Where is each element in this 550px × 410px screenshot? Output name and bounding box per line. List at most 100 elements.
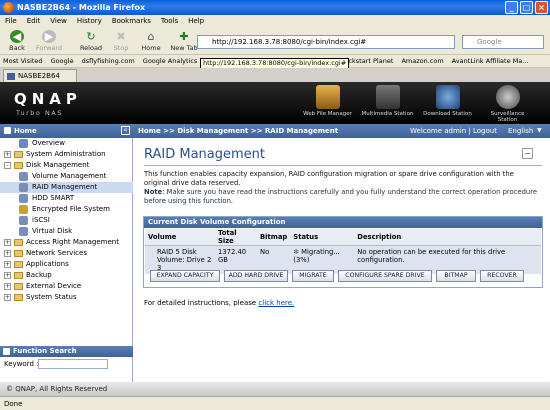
- expand-icon[interactable]: +: [4, 294, 11, 301]
- language-select[interactable]: English: [508, 124, 533, 138]
- sidebar-item-access-right-management[interactable]: + Access Right Management: [0, 237, 133, 248]
- download-station-icon: [435, 85, 460, 109]
- menu-edit[interactable]: Edit: [22, 15, 46, 28]
- sidebar-item-label: Overview: [32, 139, 65, 147]
- back-arrow-icon: ◀: [10, 30, 24, 43]
- description-text: This function enables capacity expansion…: [144, 170, 514, 187]
- expand-icon[interactable]: +: [4, 261, 11, 268]
- folder-icon: [14, 151, 23, 158]
- minimize-button[interactable]: _: [505, 1, 518, 14]
- expand-capacity-button[interactable]: EXPAND CAPACITY: [150, 270, 220, 282]
- new-tab-button[interactable]: ✚ New Tab: [168, 29, 200, 54]
- main-panel: RAID Management − This function enables …: [134, 138, 550, 382]
- multimedia-station-label: Multimedia Station: [361, 111, 414, 117]
- configure-spare-drive-button[interactable]: CONFIGURE SPARE DRIVE: [338, 270, 432, 282]
- close-button[interactable]: ×: [535, 1, 548, 14]
- web-file-manager-link[interactable]: Web File Manager: [300, 85, 355, 117]
- click-here-link[interactable]: click here.: [258, 299, 294, 307]
- bitmap-button[interactable]: BITMAP: [436, 270, 476, 282]
- reload-button[interactable]: ↻ Reload: [76, 29, 106, 54]
- sidebar-item-raid-management[interactable]: RAID Management: [0, 182, 133, 193]
- sidebar-item-encrypted-file-system[interactable]: Encrypted File System: [0, 204, 133, 215]
- collapse-sidebar-icon[interactable]: «: [121, 126, 130, 135]
- sidebar-item-hdd-smart[interactable]: HDD SMART: [0, 193, 133, 204]
- forward-button[interactable]: ▶ Forward: [34, 29, 64, 54]
- chevron-down-icon[interactable]: ▼: [537, 124, 542, 138]
- expand-icon[interactable]: +: [4, 283, 11, 290]
- stop-label: Stop: [113, 44, 129, 52]
- expand-icon[interactable]: +: [4, 250, 11, 257]
- col-status: Status: [290, 229, 355, 246]
- keyword-input[interactable]: [38, 359, 108, 369]
- menu-help[interactable]: Help: [183, 15, 209, 28]
- sidebar-item-label: System Administration: [26, 150, 106, 158]
- menu-bookmarks[interactable]: Bookmarks: [107, 15, 156, 28]
- surveillance-station-link[interactable]: Surveillance Station: [480, 85, 535, 123]
- folder-icon: [14, 261, 23, 268]
- folder-icon: [14, 272, 23, 279]
- back-button[interactable]: ◀ Back: [2, 29, 32, 54]
- bookmark-amazon[interactable]: Amazon.com: [398, 55, 446, 67]
- welcome-logout[interactable]: Welcome admin | Logout: [410, 124, 497, 138]
- download-station-link[interactable]: Download Station: [420, 85, 475, 117]
- bookmark-google-analytics[interactable]: Google Analytics: [140, 55, 201, 67]
- sidebar-item-disk-management[interactable]: - Disk Management: [0, 160, 133, 171]
- menu-view[interactable]: View: [45, 15, 72, 28]
- sidebar-item-iscsi[interactable]: iSCSI: [0, 215, 133, 226]
- search-input[interactable]: Google: [462, 35, 544, 49]
- sidebar-item-virtual-disk[interactable]: Virtual Disk: [0, 226, 133, 237]
- migrate-button[interactable]: MIGRATE: [292, 270, 334, 282]
- stop-button[interactable]: ✖ Stop: [106, 29, 136, 54]
- folder-icon: [14, 250, 23, 257]
- bookmark-google[interactable]: Google: [48, 55, 77, 67]
- expand-icon[interactable]: +: [4, 272, 11, 279]
- url-text: http://192.168.3.78:8080/cgi-bin/index.c…: [212, 38, 367, 46]
- menu-tools[interactable]: Tools: [156, 15, 183, 28]
- home-icon: ⌂: [147, 30, 155, 43]
- sidebar-item-label: Applications: [26, 260, 69, 268]
- disk-icon: [19, 183, 28, 192]
- sidebar-item-overview[interactable]: Overview: [0, 138, 133, 149]
- url-bar[interactable]: http://192.168.3.78:8080/cgi-bin/index.c…: [197, 35, 455, 49]
- home-label: Home: [141, 44, 161, 52]
- surveillance-station-label: Surveillance Station: [490, 111, 525, 123]
- add-hard-drive-button[interactable]: ADD HARD DRIVE: [224, 270, 288, 282]
- maximize-button[interactable]: □: [520, 1, 533, 14]
- sidebar-item-label: RAID Management: [32, 183, 98, 191]
- nav-tree: Overview + System Administration - Disk Mana…: [0, 138, 133, 303]
- sidebar-item-system-administration[interactable]: + System Administration: [0, 149, 133, 160]
- sidebar-item-label: Disk Management: [26, 161, 90, 169]
- sidebar-item-volume-management[interactable]: Volume Management: [0, 171, 133, 182]
- menu-file[interactable]: File: [0, 15, 22, 28]
- breadcrumb: Home >> Disk Management >> RAID Manageme…: [138, 127, 339, 135]
- sidebar-item-network-services[interactable]: + Network Services: [0, 248, 133, 259]
- sidebar-item-label: Encrypted File System: [32, 205, 110, 213]
- sidebar-item-label: iSCSI: [32, 216, 50, 224]
- bookmark-most-visited[interactable]: Most Visited: [0, 55, 46, 67]
- browser-window: NASBE2B64 - Mozilla Firefox _ □ × File Ed…: [0, 0, 550, 410]
- multimedia-station-icon: [375, 85, 400, 109]
- expand-icon[interactable]: +: [4, 151, 11, 158]
- home-button[interactable]: ⌂ Home: [136, 29, 166, 54]
- expand-icon[interactable]: +: [4, 239, 11, 246]
- sidebar-item-system-status[interactable]: + System Status: [0, 292, 133, 303]
- instructions-prefix: For detailed instructions, please: [144, 299, 259, 307]
- bookmark-dsflyfishing[interactable]: dsflyfishing.com: [79, 55, 138, 67]
- download-station-label: Download Station: [423, 111, 472, 117]
- sidebar-item-backup[interactable]: + Backup: [0, 270, 133, 281]
- menu-history[interactable]: History: [72, 15, 107, 28]
- multimedia-station-link[interactable]: Multimedia Station: [360, 85, 415, 117]
- sidebar-item-external-device[interactable]: + External Device: [0, 281, 133, 292]
- collapse-panel-icon[interactable]: −: [522, 148, 533, 159]
- sidebar-item-label: Virtual Disk: [32, 227, 73, 235]
- bookmark-avantlink[interactable]: AvantLink Affiliate Ma...: [449, 55, 532, 67]
- collapse-icon[interactable]: -: [4, 162, 11, 169]
- reload-icon: ↻: [86, 30, 96, 43]
- qnap-logo: QNAP: [14, 90, 82, 108]
- search-square-icon: [3, 348, 10, 355]
- tab-nasbe2b64[interactable]: NASBE2B64: [3, 69, 77, 82]
- sidebar-item-applications[interactable]: + Applications: [0, 259, 133, 270]
- turbo-nas-label: Turbo NAS: [16, 109, 63, 117]
- recover-button[interactable]: RECOVER: [480, 270, 524, 282]
- navigation-toolbar: ◀ Back ▶ Forward ↻ Reload ✖ Stop ⌂ Home ✚ New …: [0, 28, 550, 55]
